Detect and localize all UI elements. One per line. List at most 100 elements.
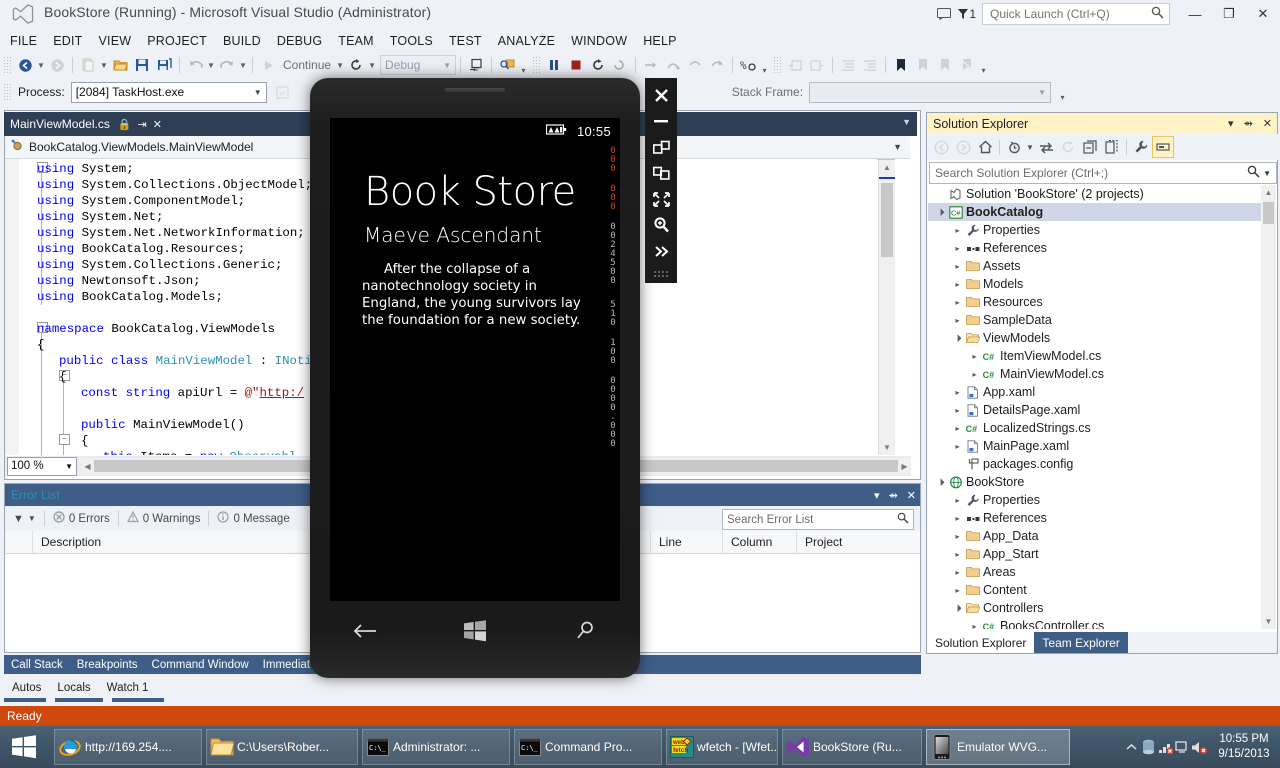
tree-item[interactable]: ▸MainPage.xaml: [928, 437, 1262, 455]
taskbar-clock[interactable]: 10:55 PM 9/15/2013: [1208, 732, 1280, 762]
pin-icon[interactable]: ⇴: [889, 489, 898, 502]
pane-dropdown-icon[interactable]: ▾: [874, 489, 880, 502]
tab-team-explorer[interactable]: Team Explorer: [1034, 632, 1127, 653]
attach-to-process-icon[interactable]: 10: [465, 54, 487, 76]
tree-item[interactable]: Solution 'BookStore' (2 projects): [928, 185, 1262, 203]
tab-watch-1[interactable]: Watch 1: [107, 682, 149, 694]
menu-item-help[interactable]: HELP: [643, 34, 676, 48]
save-all-icon[interactable]: [153, 54, 175, 76]
chevron-down-icon[interactable]: ▼: [1025, 136, 1035, 158]
tree-item[interactable]: ▸References: [928, 239, 1262, 257]
toolbar-overflow-button[interactable]: ▾: [518, 55, 529, 75]
tree-item[interactable]: ▸C#BooksController.cs: [928, 617, 1262, 629]
preview-selected-items-icon[interactable]: [1152, 136, 1174, 158]
tree-item[interactable]: ▸C#ItemViewModel.cs: [928, 347, 1262, 365]
next-bookmark-icon[interactable]: [934, 54, 956, 76]
tree-item[interactable]: ▸C#MainViewModel.cs: [928, 365, 1262, 383]
scroll-left-arrow[interactable]: ◀: [81, 458, 94, 474]
pin-icon[interactable]: ⇥: [138, 118, 147, 131]
collapsed-twisty-icon[interactable]: ▸: [951, 226, 964, 235]
close-icon[interactable]: ✕: [907, 489, 916, 502]
notification-indicator[interactable]: 1: [957, 7, 976, 21]
volume-tray-icon[interactable]: [1191, 726, 1208, 768]
toolbar-grip[interactable]: [532, 56, 540, 74]
close-icon[interactable]: ✕: [1263, 117, 1272, 130]
close-button[interactable]: [645, 82, 677, 108]
collapse-all-icon[interactable]: [1079, 136, 1101, 158]
collapsed-twisty-icon[interactable]: ▸: [951, 316, 964, 325]
save-icon[interactable]: [131, 54, 153, 76]
fit-to-screen-button[interactable]: [645, 186, 677, 212]
properties-wrench-icon[interactable]: [1130, 136, 1152, 158]
taskbar-item[interactable]: webfetchwfetch - [Wfet...: [666, 729, 778, 765]
menu-item-window[interactable]: WINDOW: [571, 34, 627, 48]
expanded-twisty-icon[interactable]: ◢: [950, 331, 965, 346]
tree-item[interactable]: ▸App.xaml: [928, 383, 1262, 401]
collapsed-twisty-icon[interactable]: ▸: [951, 586, 964, 595]
find-icon[interactable]: [496, 54, 518, 76]
collapsed-twisty-icon[interactable]: ▸: [951, 262, 964, 271]
previous-bookmark-icon[interactable]: [912, 54, 934, 76]
minimize-button[interactable]: —: [1178, 0, 1212, 28]
tab-list-dropdown-icon[interactable]: ▼: [902, 117, 911, 127]
home-icon[interactable]: [974, 136, 996, 158]
expanded-twisty-icon[interactable]: ◢: [950, 601, 965, 616]
taskbar-item[interactable]: BookStore (Ru...: [782, 729, 922, 765]
scrollbar-thumb[interactable]: [1263, 202, 1274, 224]
tree-item[interactable]: packages.config: [928, 455, 1262, 473]
tree-item[interactable]: ▸References: [928, 509, 1262, 527]
solution-tree[interactable]: Solution 'BookStore' (2 projects)◢C#Book…: [928, 185, 1262, 629]
tree-item[interactable]: ▸App_Data: [928, 527, 1262, 545]
zoom-button[interactable]: [645, 212, 677, 238]
show-next-statement-icon[interactable]: [609, 54, 631, 76]
toolbar-grip[interactable]: [3, 83, 11, 101]
pin-icon[interactable]: ⇴: [1244, 117, 1253, 130]
break-all-icon[interactable]: [543, 54, 565, 76]
collapsed-twisty-icon[interactable]: ▸: [951, 388, 964, 397]
expanded-twisty-icon[interactable]: ◢: [933, 475, 948, 490]
toolbar-overflow-button[interactable]: ▾: [1057, 82, 1068, 102]
quick-launch-input[interactable]: [988, 4, 1147, 24]
menu-item-debug[interactable]: DEBUG: [277, 34, 322, 48]
scroll-up-arrow[interactable]: ▲: [879, 159, 895, 175]
restart-dropdown-icon[interactable]: ▼: [367, 61, 377, 70]
collapsed-twisty-icon[interactable]: ▸: [951, 514, 964, 523]
chevron-down-icon[interactable]: ▼: [1263, 169, 1271, 178]
pending-changes-icon[interactable]: [1003, 136, 1025, 158]
minimize-button[interactable]: [645, 108, 677, 134]
navigate-backward-icon[interactable]: [14, 54, 36, 76]
tree-item[interactable]: ▸Resources: [928, 293, 1262, 311]
rotate-left-button[interactable]: [645, 134, 677, 160]
search-button[interactable]: [555, 611, 615, 651]
taskbar-item[interactable]: C:\Users\Rober...: [206, 729, 358, 765]
tree-item[interactable]: ▸DetailsPage.xaml: [928, 401, 1262, 419]
chevron-down-icon[interactable]: ▼: [893, 142, 902, 152]
tab-solution-explorer[interactable]: Solution Explorer: [927, 632, 1034, 653]
sql-server-tray-icon[interactable]: [1140, 726, 1157, 768]
scroll-right-arrow[interactable]: ▶: [898, 458, 911, 474]
tree-item[interactable]: ▸Models: [928, 275, 1262, 293]
drag-handle[interactable]: [653, 270, 669, 278]
editor-zoom-combo[interactable]: 100 % ▼: [7, 457, 77, 476]
stack-frame-combo[interactable]: ▼: [809, 82, 1051, 103]
tree-item[interactable]: ◢ViewModels: [928, 329, 1262, 347]
navigate-forward-icon[interactable]: [46, 54, 68, 76]
menu-item-edit[interactable]: EDIT: [53, 34, 82, 48]
collapsed-twisty-icon[interactable]: ▸: [968, 370, 981, 379]
expanded-twisty-icon[interactable]: ◢: [933, 205, 948, 220]
tab-locals[interactable]: Locals: [57, 682, 90, 694]
windows-phone-emulator[interactable]: 10:55 Book Store Maeve Ascendant After t…: [310, 78, 640, 678]
tab-autos[interactable]: Autos: [12, 682, 41, 694]
decrease-indent-icon[interactable]: [837, 54, 859, 76]
collapsed-twisty-icon[interactable]: ▸: [951, 532, 964, 541]
menu-item-project[interactable]: PROJECT: [147, 34, 207, 48]
menu-item-team[interactable]: TEAM: [338, 34, 374, 48]
collapsed-twisty-icon[interactable]: ▸: [951, 550, 964, 559]
tree-item-selected[interactable]: ◢C#BookCatalog: [928, 203, 1262, 221]
phone-screen[interactable]: 10:55 Book Store Maeve Ascendant After t…: [330, 118, 620, 601]
taskbar-item[interactable]: http://169.254....: [54, 729, 202, 765]
step-over-icon[interactable]: [662, 54, 684, 76]
configuration-combo[interactable]: Debug ▼: [380, 55, 456, 75]
error-list-search-box[interactable]: Search Error List: [722, 509, 914, 530]
breadcrumb-text[interactable]: BookCatalog.ViewModels.MainViewModel: [29, 140, 253, 154]
